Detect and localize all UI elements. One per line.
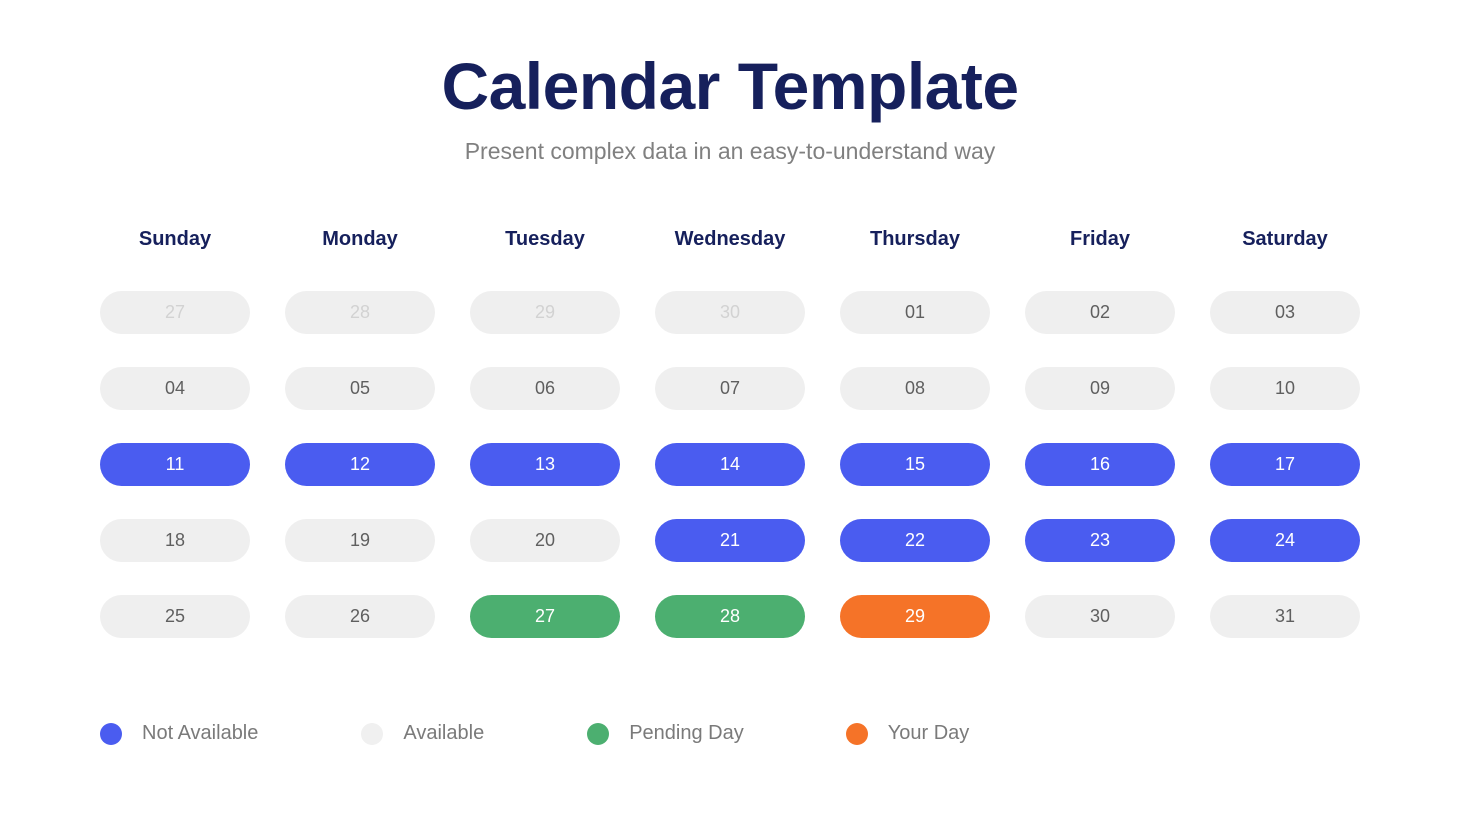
legend-dot-yourday-icon xyxy=(845,722,868,745)
calendar-week-row: 27 28 29 30 01 02 03 xyxy=(100,291,1360,334)
weekday-header-saturday: Saturday xyxy=(1242,228,1328,250)
legend-item-available: Available xyxy=(361,722,484,745)
day-cell-yourday-29[interactable]: 29 xyxy=(840,595,990,638)
slide-header: Calendar Template Present complex data i… xyxy=(0,0,1460,165)
legend-dot-available-icon xyxy=(361,722,384,745)
page-subtitle: Present complex data in an easy-to-under… xyxy=(464,138,996,165)
legend-label-pending: Pending Day xyxy=(629,722,744,744)
weekday-header-sunday: Sunday xyxy=(138,228,212,250)
day-cell-available-08[interactable]: 08 xyxy=(840,367,990,410)
day-cell-unavailable-13[interactable]: 13 xyxy=(470,443,620,486)
day-cell-unavailable-16[interactable]: 16 xyxy=(1025,443,1175,486)
day-cell-unavailable-24[interactable]: 24 xyxy=(1210,519,1360,562)
weekday-header-monday: Monday xyxy=(322,228,398,250)
day-cell-available-02[interactable]: 02 xyxy=(1025,291,1175,334)
day-cell-available-18[interactable]: 18 xyxy=(100,519,250,562)
weekday-header-row: Sunday Monday Tuesday Wednesday Thursday Frid… xyxy=(100,228,1360,259)
day-cell-available-30[interactable]: 30 xyxy=(1025,595,1175,638)
legend-label-yourday: Your Day xyxy=(887,722,970,744)
day-cell-unavailable-21[interactable]: 21 xyxy=(655,519,805,562)
calendar-weeks: 27 28 29 30 01 02 03 04 05 06 07 08 09 10 11 12 13 14 15 16… xyxy=(100,291,1360,638)
calendar-grid: Sunday Monday Tuesday Wednesday Thursday Frid… xyxy=(100,228,1360,638)
day-cell-available-20[interactable]: 20 xyxy=(470,519,620,562)
legend-item-yourday: Your Day xyxy=(845,722,970,745)
legend-dot-pending-icon xyxy=(587,722,610,745)
day-cell-pending-27[interactable]: 27 xyxy=(470,595,620,638)
day-cell-available-04[interactable]: 04 xyxy=(100,367,250,410)
calendar-slide: Calendar Template Present complex data i… xyxy=(0,0,1460,821)
legend-dot-unavailable-icon xyxy=(100,722,122,745)
day-cell-available-07[interactable]: 07 xyxy=(655,367,805,410)
day-cell-muted-29[interactable]: 29 xyxy=(470,291,620,334)
legend-label-available: Available xyxy=(403,722,485,744)
day-cell-available-10[interactable]: 10 xyxy=(1210,367,1360,410)
weekday-header-tuesday: Tuesday xyxy=(505,228,585,250)
page-title: Calendar Template xyxy=(441,49,1019,123)
day-cell-unavailable-17[interactable]: 17 xyxy=(1210,443,1360,486)
day-cell-available-31[interactable]: 31 xyxy=(1210,595,1360,638)
legend: Not Available Available Pending Day Your Da… xyxy=(100,722,969,745)
day-cell-available-25[interactable]: 25 xyxy=(100,595,250,638)
day-cell-available-09[interactable]: 09 xyxy=(1025,367,1175,410)
day-cell-available-26[interactable]: 26 xyxy=(285,595,435,638)
day-cell-unavailable-14[interactable]: 14 xyxy=(655,443,805,486)
weekday-header-wednesday: Wednesday xyxy=(674,228,786,250)
weekday-header-friday: Friday xyxy=(1069,228,1131,250)
calendar-week-row: 04 05 06 07 08 09 10 xyxy=(100,367,1360,410)
day-cell-unavailable-15[interactable]: 15 xyxy=(840,443,990,486)
legend-item-pending: Pending Day xyxy=(587,722,744,745)
weekday-header-thursday: Thursday xyxy=(869,228,961,250)
day-cell-unavailable-22[interactable]: 22 xyxy=(840,519,990,562)
calendar-week-row: 25 26 27 28 29 30 31 xyxy=(100,595,1360,638)
legend-item-unavailable: Not Available xyxy=(100,722,258,745)
day-cell-unavailable-11[interactable]: 11 xyxy=(100,443,250,486)
day-cell-muted-28[interactable]: 28 xyxy=(285,291,435,334)
day-cell-available-06[interactable]: 06 xyxy=(470,367,620,410)
calendar-week-row: 11 12 13 14 15 16 17 xyxy=(100,443,1360,486)
legend-label-unavailable: Not Available xyxy=(142,722,259,744)
day-cell-available-01[interactable]: 01 xyxy=(840,291,990,334)
day-cell-available-05[interactable]: 05 xyxy=(285,367,435,410)
calendar-week-row: 18 19 20 21 22 23 24 xyxy=(100,519,1360,562)
day-cell-muted-27[interactable]: 27 xyxy=(100,291,250,334)
day-cell-unavailable-12[interactable]: 12 xyxy=(285,443,435,486)
day-cell-available-19[interactable]: 19 xyxy=(285,519,435,562)
day-cell-unavailable-23[interactable]: 23 xyxy=(1025,519,1175,562)
day-cell-pending-28[interactable]: 28 xyxy=(655,595,805,638)
day-cell-available-03[interactable]: 03 xyxy=(1210,291,1360,334)
day-cell-muted-30[interactable]: 30 xyxy=(655,291,805,334)
